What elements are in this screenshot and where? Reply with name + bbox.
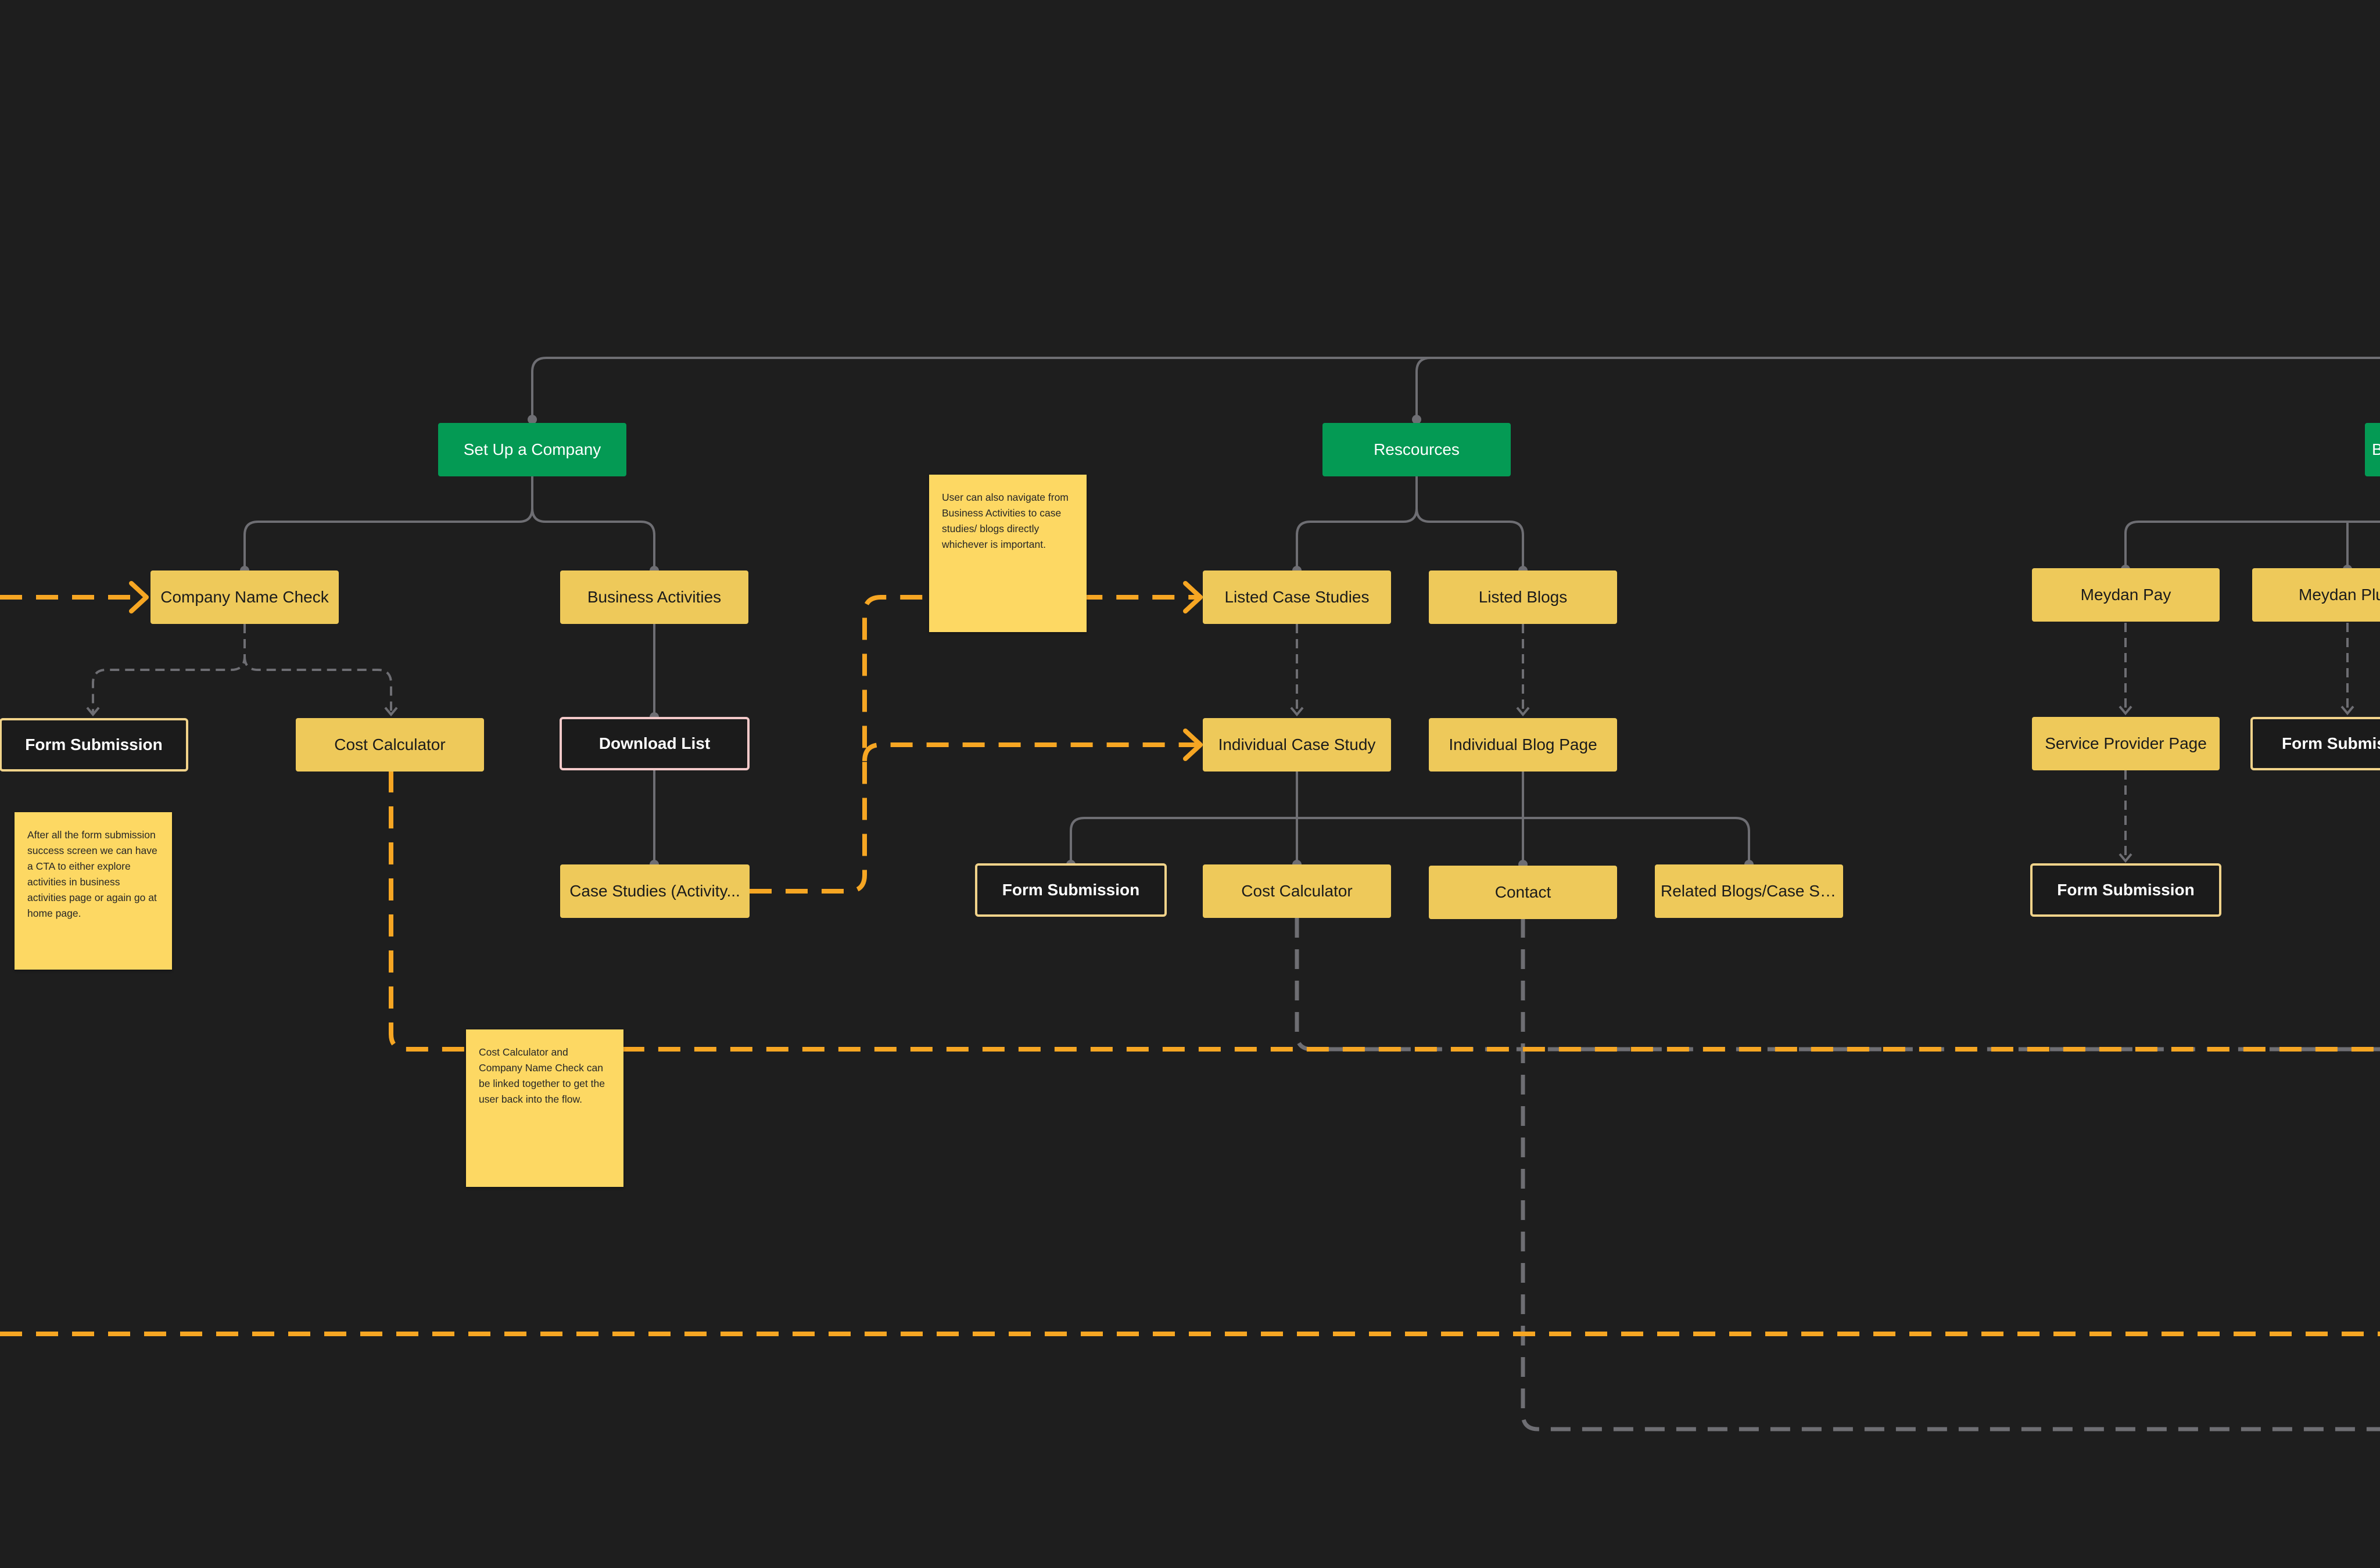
related-blogs-label: Related Blogs/Case St...: [1661, 882, 1838, 900]
service-provider-page-node[interactable]: Service Provider Page: [2032, 717, 2220, 770]
resources-children-connector: [1296, 475, 1524, 570]
meydan-pay-node[interactable]: Meydan Pay: [2032, 568, 2220, 622]
meydan-plus-node[interactable]: Meydan Plu: [2252, 568, 2380, 622]
company-name-check-node[interactable]: Company Name Check: [150, 570, 339, 624]
form-submission-mid-label: Form Submission: [1002, 881, 1140, 899]
case-studies-activity-node[interactable]: Case Studies (Activity...: [560, 864, 750, 918]
form-submission-note-text: After all the form submission success sc…: [27, 829, 157, 919]
individual-case-study-label: Individual Case Study: [1218, 735, 1376, 753]
arrow-to-individual-pages: [1290, 706, 1530, 717]
set-up-company-label: Set Up a Company: [463, 440, 601, 458]
cost-calculator-sticky-note[interactable]: Cost Calculator and Company Name Check c…: [466, 1029, 623, 1187]
case-studies-sticky-note[interactable]: User can also navigate from Business Act…: [929, 475, 1087, 632]
related-blogs-node[interactable]: Related Blogs/Case St...: [1655, 864, 1843, 918]
contact-label: Contact: [1494, 883, 1551, 901]
resources-label: Rescources: [1374, 440, 1460, 458]
set-up-company-node[interactable]: Set Up a Company: [438, 423, 626, 476]
meydan-parent-connector: [2124, 521, 2380, 569]
download-list-node[interactable]: Download List: [560, 717, 750, 770]
arrow-to-form-submission-left: [86, 706, 398, 717]
setup-to-children-connector: [243, 475, 655, 570]
form-submission-mid-node[interactable]: Form Submission: [975, 863, 1167, 917]
individual-case-study-node[interactable]: Individual Case Study: [1203, 718, 1391, 772]
cut-off-green-node[interactable]: B: [2365, 423, 2380, 476]
case-studies-activity-label: Case Studies (Activity...: [569, 882, 740, 900]
listed-blogs-label: Listed Blogs: [1478, 588, 1568, 606]
cost-calculator-note-text: Cost Calculator and Company Name Check c…: [479, 1046, 605, 1105]
listed-case-studies-node[interactable]: Listed Case Studies: [1203, 570, 1391, 624]
case-studies-flow: [750, 595, 1197, 894]
cost-calculator-left-node[interactable]: Cost Calculator: [296, 718, 484, 772]
individual-blog-page-label: Individual Blog Page: [1449, 735, 1597, 753]
form-submission-left-node[interactable]: Form Submission: [0, 718, 188, 772]
individual-blog-page-node[interactable]: Individual Blog Page: [1429, 718, 1617, 772]
form-submission-right-node[interactable]: Form Submission: [2030, 863, 2221, 917]
listed-to-individual-connector: [1296, 624, 1524, 715]
form-submission-far-right-node[interactable]: Form Submis: [2250, 717, 2380, 770]
meydan-pay-label: Meydan Pay: [2080, 586, 2171, 604]
listed-case-studies-label: Listed Case Studies: [1224, 588, 1370, 606]
resources-node[interactable]: Rescources: [1322, 423, 1511, 476]
contact-node[interactable]: Contact: [1429, 866, 1617, 919]
arrowhead-company-name-check: [129, 581, 149, 613]
form-submission-sticky-note[interactable]: After all the form submission success sc…: [15, 812, 172, 970]
sitemap-canvas: Set Up a Company Rescources B Company Na…: [0, 0, 2380, 1568]
case-studies-note-text: User can also navigate from Business Act…: [942, 491, 1069, 550]
cost-calculator-gray-flow: [1295, 918, 2380, 1052]
form-submission-far-right-label: Form Submis: [2282, 734, 2380, 752]
listed-blogs-node[interactable]: Listed Blogs: [1429, 570, 1617, 624]
service-provider-page-label: Service Provider Page: [2045, 734, 2207, 752]
meydan-plus-label: Meydan Plu: [2299, 586, 2380, 604]
form-submission-left-label: Form Submission: [25, 735, 163, 753]
business-activities-label: Business Activities: [587, 588, 722, 606]
name-check-children-connector: [92, 624, 392, 715]
cost-calculator-mid-label: Cost Calculator: [1241, 882, 1353, 900]
cut-off-green-label: B: [2365, 440, 2380, 459]
resources-parent-connector: [1415, 357, 1431, 419]
business-activities-node[interactable]: Business Activities: [560, 570, 748, 624]
download-list-label: Download List: [598, 734, 711, 752]
top-hierarchy-connector: [531, 357, 2380, 419]
cost-calculator-mid-node[interactable]: Cost Calculator: [1203, 864, 1391, 918]
cost-calculator-left-label: Cost Calculator: [334, 735, 446, 753]
company-name-check-label: Company Name Check: [160, 588, 329, 606]
connector-layer: [0, 357, 2380, 1431]
contact-gray-flow: [1521, 918, 2380, 1431]
form-submission-right-label: Form Submission: [2057, 881, 2195, 899]
individual-to-bottom-connector: [1070, 772, 1750, 866]
